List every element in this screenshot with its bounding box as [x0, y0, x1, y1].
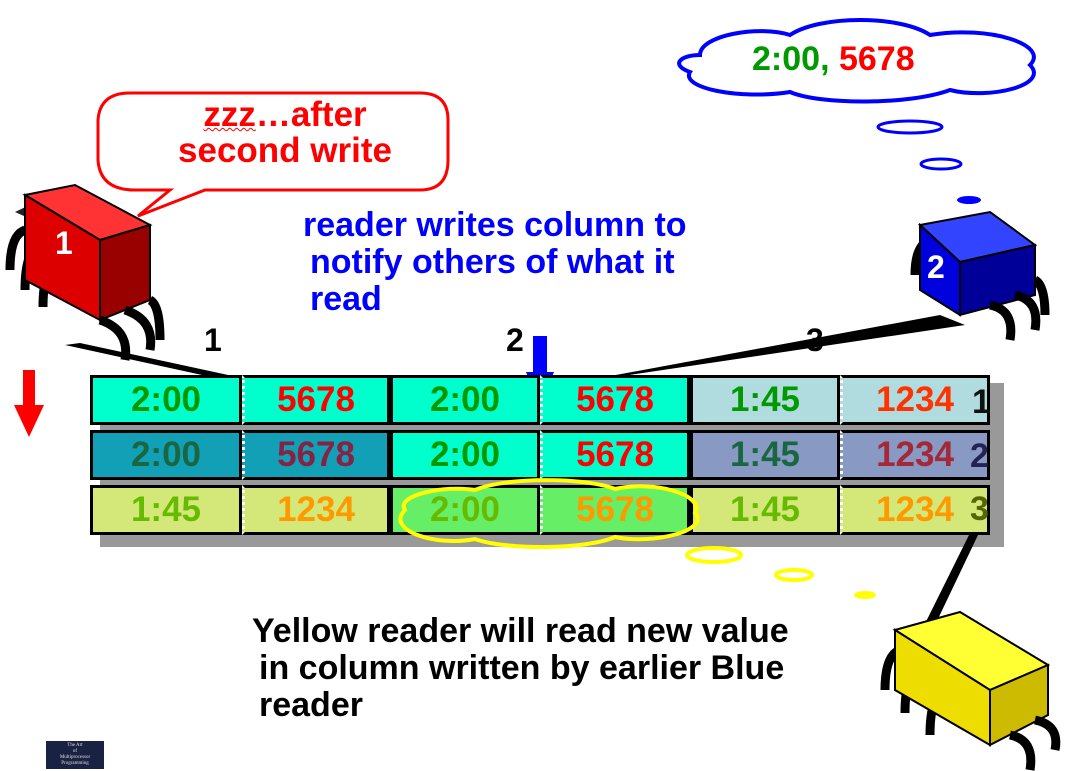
speech-bubble-text: zzz…after second write: [150, 97, 420, 169]
red-down-arrow: [14, 370, 44, 437]
thought-trail-yellow-2: [774, 568, 814, 582]
blue-note-line1: reader writes column to: [303, 206, 687, 244]
table-cell-r2-c5: 1:45: [690, 430, 840, 480]
table-cell-r2-c6: 1234: [840, 430, 990, 480]
thought-value: 5678: [838, 40, 915, 78]
thought-trail-blue-1: [876, 119, 944, 135]
column-label-1: 1: [204, 322, 222, 358]
table-cell-r1-c3: 2:00: [390, 375, 540, 425]
table-cell-r1-c1: 2:00: [90, 375, 242, 425]
logo-line4: Programming: [61, 761, 89, 766]
thought-sep: ,: [820, 40, 830, 78]
table-cell-r2-c4: 5678: [540, 430, 690, 480]
blue-reader-pointer: [578, 315, 965, 382]
table-cell-r3-c6: 1234: [840, 485, 990, 535]
column-label-3: 3: [806, 322, 824, 358]
row-label-2: 2: [970, 437, 989, 475]
table-cell-r1-c4: 5678: [540, 375, 690, 425]
table-cell-r3-c1: 1:45: [90, 485, 242, 535]
table-cell-r2-c3: 2:00: [390, 430, 540, 480]
thought-cloud-text: 2:00, 5678: [752, 40, 915, 79]
bottom-note-line3: reader: [259, 686, 363, 724]
blue-reader-label: 2: [927, 249, 945, 285]
red-reader-icon: [5, 183, 165, 361]
table-cell-r1-c5: 1:45: [690, 375, 840, 425]
table-cell-r3-c2: 1234: [242, 485, 390, 535]
speech-line2: second write: [178, 131, 392, 170]
thought-trail-blue-3: [957, 196, 981, 204]
blue-note-line3: read: [310, 280, 382, 318]
yellow-reader-icon: [880, 610, 1061, 771]
column-label-2: 2: [506, 322, 524, 358]
row-label-1: 1: [972, 383, 991, 421]
thought-time: 2:00: [752, 40, 821, 78]
table-cell-r1-c2: 5678: [242, 375, 390, 425]
speech-line1-rest: …after: [255, 95, 367, 134]
thought-trail-yellow-3: [854, 591, 876, 599]
blue-note-line2: notify others of what it: [310, 243, 675, 281]
speech-line1-squiggle: zzz: [203, 95, 256, 134]
table-cell-r1-c6: 1234: [840, 375, 990, 425]
thought-trail-blue-2: [919, 157, 963, 171]
table-cell-r2-c2: 5678: [242, 430, 390, 480]
row-label-3: 3: [970, 490, 989, 528]
yellow-cloud-overlay: [398, 478, 700, 550]
red-reader-label: 1: [55, 225, 73, 261]
book-logo: The Art of Multiprocessor Programming: [46, 741, 104, 769]
blue-note: reader writes column to notify others of…: [303, 207, 687, 318]
bottom-note: Yellow reader will read new value in col…: [252, 613, 789, 724]
bottom-note-line2: in column written by earlier Blue: [259, 649, 785, 687]
bottom-note-line1: Yellow reader will read new value: [252, 612, 789, 650]
table-cell-r2-c1: 2:00: [90, 430, 242, 480]
